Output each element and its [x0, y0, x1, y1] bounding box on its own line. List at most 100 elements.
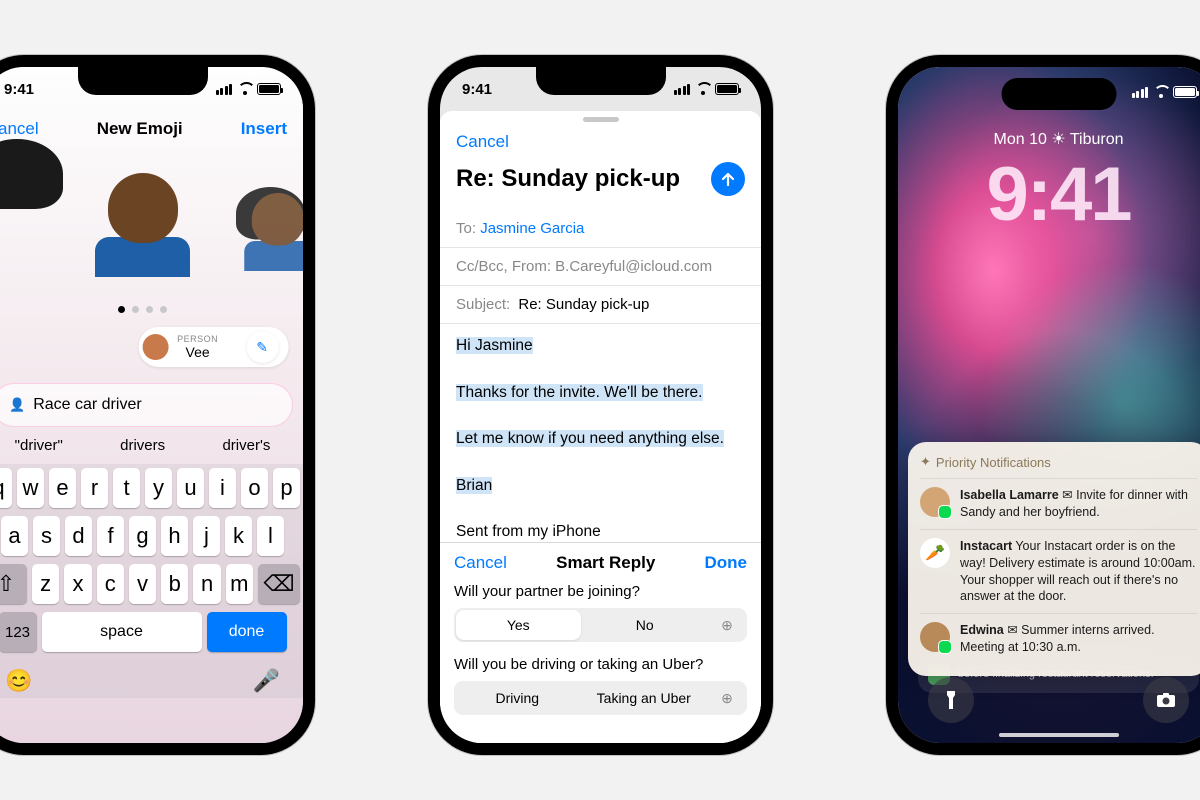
key-j[interactable]: j [193, 516, 220, 556]
key-f[interactable]: f [97, 516, 124, 556]
keyboard-suggestions: "driver" drivers driver's [0, 427, 303, 464]
home-indicator[interactable] [999, 733, 1119, 737]
nav-title: New Emoji [97, 119, 183, 139]
sr-cancel-button[interactable]: Cancel [454, 553, 507, 573]
sr-options-2: Driving Taking an Uber ⊕ [454, 681, 747, 715]
priority-notifications-card[interactable]: ✦ Priority Notifications Isabella Lamarr… [908, 442, 1200, 676]
sr-more-icon[interactable]: ⊕ [707, 608, 747, 642]
dictation-icon[interactable]: 🎤 [253, 668, 280, 694]
sr-options-1: Yes No ⊕ [454, 608, 747, 642]
flashlight-button[interactable] [928, 677, 974, 723]
key-x[interactable]: x [64, 564, 91, 604]
key-i[interactable]: i [209, 468, 236, 508]
subject-field[interactable]: Subject: Re: Sunday pick-up [440, 286, 761, 324]
suggestion[interactable]: drivers [120, 437, 165, 454]
key-v[interactable]: v [129, 564, 156, 604]
key-l[interactable]: l [257, 516, 284, 556]
signal-icon [674, 84, 691, 95]
status-time: 9:41 [4, 81, 34, 98]
key-r[interactable]: r [81, 468, 108, 508]
key-h[interactable]: h [161, 516, 188, 556]
key-m[interactable]: m [226, 564, 253, 604]
numbers-key[interactable]: 123 [0, 612, 37, 652]
signal-icon [1132, 87, 1149, 98]
insert-button[interactable]: Insert [241, 119, 287, 139]
sheet-grabber[interactable] [583, 117, 619, 122]
key-a[interactable]: a [1, 516, 28, 556]
lock-actions [898, 677, 1200, 723]
emoji-main [85, 167, 200, 282]
contact-avatar-icon [920, 622, 950, 652]
key-row-2: asdfghjkl [0, 516, 300, 556]
shift-key[interactable]: ⇧ [0, 564, 27, 604]
camera-button[interactable] [1143, 677, 1189, 723]
wifi-icon [1153, 87, 1168, 98]
signal-icon [216, 84, 233, 95]
key-g[interactable]: g [129, 516, 156, 556]
chip-label: PERSON [177, 334, 218, 344]
notification-item[interactable]: Edwina ✉︎ Summer interns arrived. Meetin… [920, 613, 1197, 664]
sparkle-icon: ✦ [920, 454, 931, 470]
done-key[interactable]: done [207, 612, 287, 652]
key-k[interactable]: k [225, 516, 252, 556]
notch [536, 67, 666, 95]
backspace-key[interactable]: ⌫ [258, 564, 300, 604]
key-z[interactable]: z [32, 564, 59, 604]
instacart-icon: 🥕 [920, 538, 950, 568]
phone-mail-compose: 9:41 Cancel Re: Sunday pick-up To: Jasmi… [428, 55, 773, 755]
key-p[interactable]: p [273, 468, 300, 508]
key-t[interactable]: t [113, 468, 140, 508]
key-o[interactable]: o [241, 468, 268, 508]
key-e[interactable]: e [49, 468, 76, 508]
cancel-button[interactable]: ancel [0, 119, 39, 139]
dynamic-island[interactable] [1001, 78, 1116, 110]
key-n[interactable]: n [193, 564, 220, 604]
smart-reply-panel: Cancel Smart Reply Done Will your partne… [440, 542, 761, 743]
key-s[interactable]: s [33, 516, 60, 556]
key-y[interactable]: y [145, 468, 172, 508]
edit-icon[interactable]: ✎ [246, 331, 278, 363]
space-key[interactable]: space [42, 612, 202, 652]
emoji-variant [233, 180, 303, 270]
wifi-icon [237, 84, 252, 95]
sr-more-icon[interactable]: ⊕ [707, 681, 747, 715]
notification-item[interactable]: 🥕 Instacart Your Instacart order is on t… [920, 529, 1197, 614]
ccbcc-field[interactable]: Cc/Bcc, From: B.Careyful@icloud.com [440, 248, 761, 286]
sr-option-driving[interactable]: Driving [454, 681, 581, 715]
recipient[interactable]: Jasmine Garcia [480, 220, 584, 237]
key-d[interactable]: d [65, 516, 92, 556]
key-c[interactable]: c [97, 564, 124, 604]
notification-item[interactable]: Isabella Lamarre ✉︎ Invite for dinner wi… [920, 478, 1197, 529]
sr-option-yes[interactable]: Yes [456, 610, 581, 640]
phone-lockscreen: 9:41 Mon 10 ☀︎ Tiburon 9:41 ✦ Priority N… [886, 55, 1200, 755]
key-row-1: qwertyuiop [0, 468, 300, 508]
person-glyph-icon: 👤 [9, 397, 25, 413]
emoji-preview[interactable] [0, 147, 303, 302]
person-chip[interactable]: PERSON Vee ✎ [139, 327, 288, 367]
suggestion[interactable]: "driver" [15, 437, 63, 454]
suggestion[interactable]: driver's [222, 437, 270, 454]
key-row-3: zxcvbnm [32, 564, 253, 604]
chip-name: Vee [177, 344, 218, 360]
key-u[interactable]: u [177, 468, 204, 508]
status-time: 9:41 [462, 81, 492, 98]
send-button[interactable] [711, 162, 745, 196]
to-field[interactable]: To: Jasmine Garcia [440, 210, 761, 248]
wifi-icon [695, 84, 710, 95]
key-q[interactable]: q [0, 468, 12, 508]
key-w[interactable]: w [17, 468, 44, 508]
prompt-input[interactable]: 👤 Race car driver [0, 383, 293, 427]
emoji-key-icon[interactable]: 😊 [5, 668, 32, 694]
cancel-button[interactable]: Cancel [440, 128, 761, 156]
sr-option-uber[interactable]: Taking an Uber [581, 681, 708, 715]
arrow-up-icon [720, 171, 736, 187]
sr-question-1: Will your partner be joining? [454, 583, 747, 600]
battery-icon [257, 83, 281, 95]
subject-heading: Re: Sunday pick-up [456, 165, 680, 193]
sr-done-button[interactable]: Done [705, 553, 748, 573]
phone-emoji-creator: 9:41 ancel New Emoji Insert [0, 55, 315, 755]
sr-option-no[interactable]: No [583, 608, 708, 642]
page-dots[interactable] [0, 306, 303, 313]
flashlight-icon [943, 690, 959, 710]
key-b[interactable]: b [161, 564, 188, 604]
